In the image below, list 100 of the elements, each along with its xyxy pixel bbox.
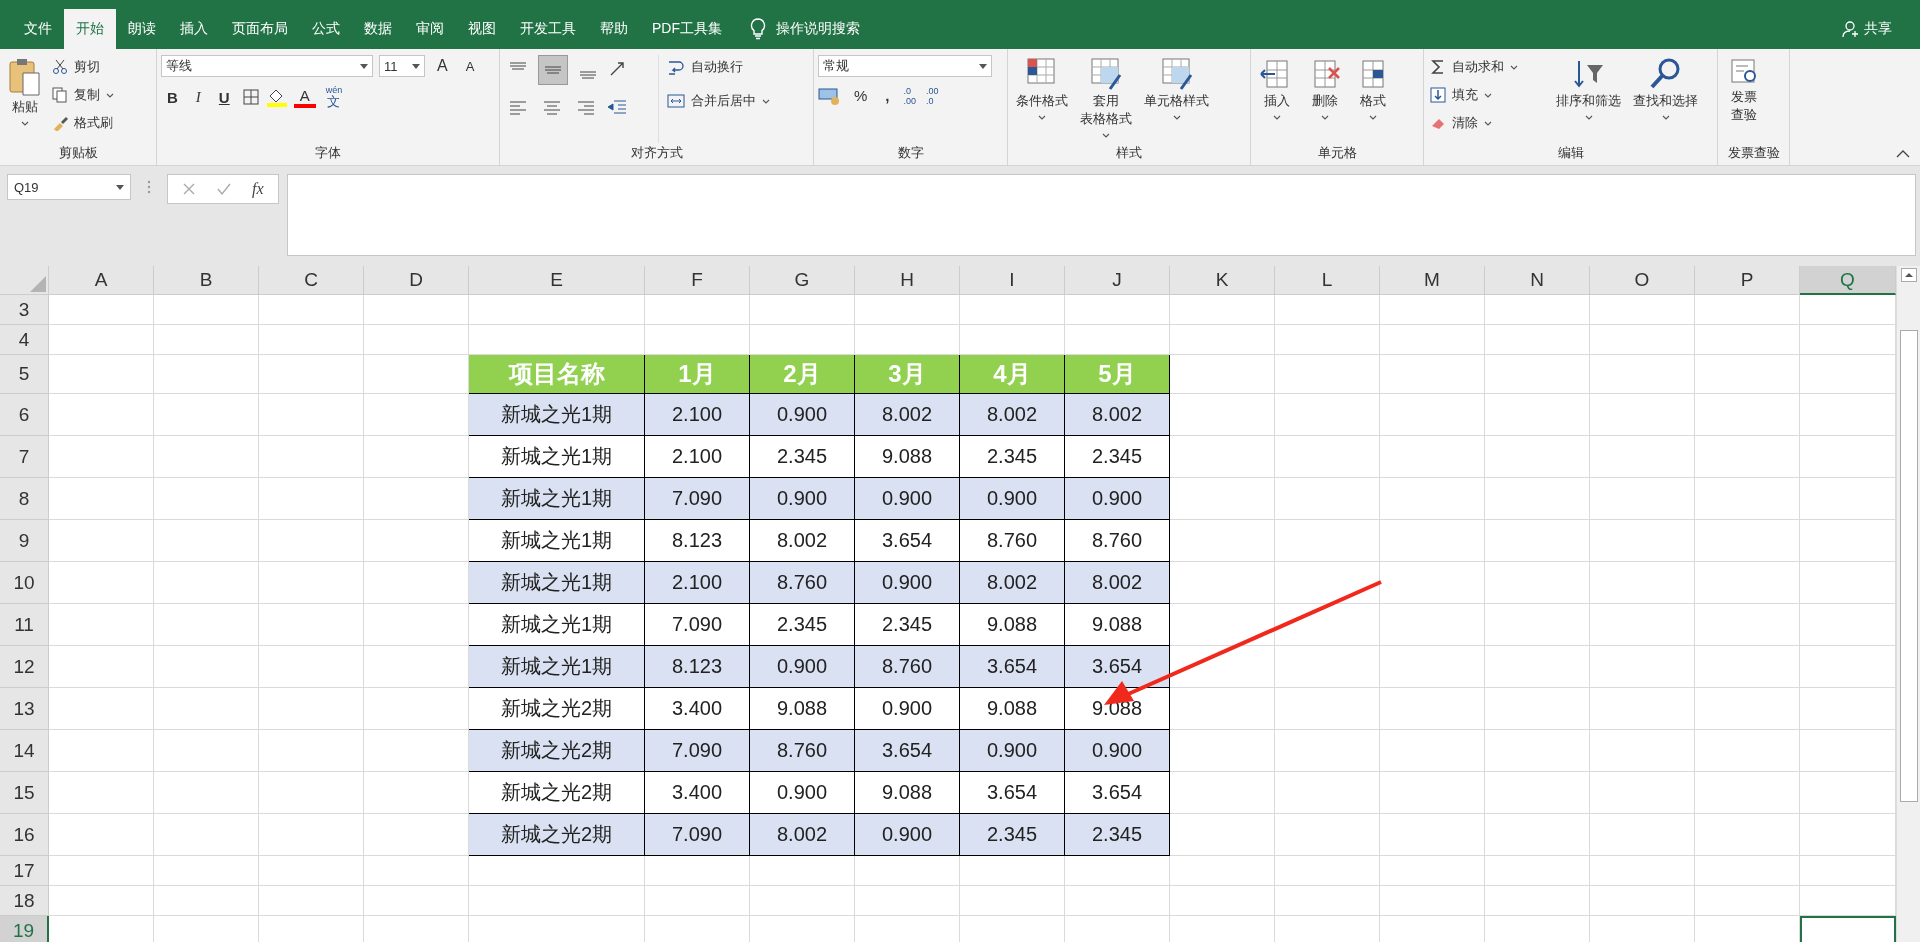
empty-cell[interactable]	[960, 856, 1065, 886]
empty-cell[interactable]	[750, 856, 855, 886]
column-header[interactable]: A	[49, 266, 154, 295]
collapse-ribbon-icon[interactable]	[1896, 149, 1910, 159]
row-header[interactable]: 13	[0, 688, 49, 730]
empty-cell[interactable]	[1275, 436, 1380, 478]
menu-tab[interactable]: PDF工具集	[640, 9, 734, 49]
empty-cell[interactable]	[1380, 562, 1485, 604]
empty-cell[interactable]	[469, 295, 645, 325]
editing-button[interactable]: 排序和筛选	[1552, 55, 1625, 143]
column-header[interactable]: E	[469, 266, 645, 295]
empty-cell[interactable]	[259, 772, 364, 814]
empty-cell[interactable]	[1275, 730, 1380, 772]
empty-cell[interactable]	[154, 478, 259, 520]
empty-cell[interactable]	[259, 520, 364, 562]
column-header[interactable]: H	[855, 266, 960, 295]
empty-cell[interactable]	[1275, 856, 1380, 886]
scroll-thumb[interactable]	[1899, 330, 1918, 802]
empty-cell[interactable]	[1380, 478, 1485, 520]
column-header[interactable]: B	[154, 266, 259, 295]
empty-cell[interactable]	[469, 856, 645, 886]
empty-cell[interactable]	[1275, 814, 1380, 856]
empty-cell[interactable]	[1485, 562, 1590, 604]
empty-cell[interactable]	[154, 814, 259, 856]
empty-cell[interactable]	[1380, 646, 1485, 688]
borders-icon[interactable]	[241, 88, 260, 106]
empty-cell[interactable]	[154, 604, 259, 646]
wrap-text-button[interactable]: 自动换行	[665, 55, 772, 79]
empty-cell[interactable]	[1590, 436, 1695, 478]
empty-cell[interactable]	[1380, 688, 1485, 730]
menu-tab[interactable]: 审阅	[404, 9, 456, 49]
empty-cell[interactable]	[1695, 325, 1800, 355]
currency-icon[interactable]	[818, 85, 842, 106]
empty-cell[interactable]	[1380, 520, 1485, 562]
empty-cell[interactable]	[364, 856, 469, 886]
empty-cell[interactable]	[1695, 394, 1800, 436]
row-header[interactable]: 10	[0, 562, 49, 604]
clipboard-button[interactable]: 格式刷	[50, 111, 116, 135]
empty-cell[interactable]	[154, 562, 259, 604]
empty-cell[interactable]	[1065, 295, 1170, 325]
merge-center-button[interactable]: 合并后居中	[665, 89, 772, 113]
tell-me-search[interactable]: 操作说明搜索	[776, 9, 860, 49]
empty-cell[interactable]	[259, 886, 364, 916]
grow-font-button[interactable]: A	[431, 55, 454, 77]
empty-cell[interactable]	[1380, 730, 1485, 772]
empty-cell[interactable]	[1275, 604, 1380, 646]
column-header[interactable]: F	[645, 266, 750, 295]
style-button[interactable]: 条件格式	[1012, 55, 1072, 143]
font-size-field[interactable]: 11	[379, 55, 425, 77]
empty-cell[interactable]	[154, 730, 259, 772]
cancel-icon[interactable]	[182, 182, 196, 196]
empty-cell[interactable]	[1590, 295, 1695, 325]
empty-cell[interactable]	[960, 295, 1065, 325]
empty-cell[interactable]	[1275, 478, 1380, 520]
editing-button[interactable]: 查找和选择	[1629, 55, 1702, 143]
empty-cell[interactable]	[1485, 325, 1590, 355]
empty-cell[interactable]	[1065, 886, 1170, 916]
empty-cell[interactable]	[154, 436, 259, 478]
empty-cell[interactable]	[259, 856, 364, 886]
empty-cell[interactable]	[1485, 856, 1590, 886]
empty-cell[interactable]	[259, 730, 364, 772]
empty-cell[interactable]	[1170, 295, 1275, 325]
empty-cell[interactable]	[855, 295, 960, 325]
menu-tab[interactable]: 视图	[456, 9, 508, 49]
font-name-field[interactable]: 等线	[161, 55, 373, 77]
empty-cell[interactable]	[1380, 604, 1485, 646]
empty-cell[interactable]	[1380, 355, 1485, 394]
underline-button[interactable]: U	[212, 86, 236, 108]
empty-cell[interactable]	[960, 886, 1065, 916]
empty-cell[interactable]	[1485, 886, 1590, 916]
empty-cell[interactable]	[750, 295, 855, 325]
empty-cell[interactable]	[154, 688, 259, 730]
empty-cell[interactable]	[1485, 604, 1590, 646]
empty-cell[interactable]	[1275, 394, 1380, 436]
empty-cell[interactable]	[1590, 856, 1695, 886]
empty-cell[interactable]	[1485, 295, 1590, 325]
menu-tab[interactable]: 数据	[352, 9, 404, 49]
empty-cell[interactable]	[1380, 814, 1485, 856]
empty-cell[interactable]	[645, 856, 750, 886]
phonetic-button[interactable]: wén 文	[321, 85, 347, 109]
empty-cell[interactable]	[1695, 886, 1800, 916]
empty-cell[interactable]	[259, 688, 364, 730]
empty-cell[interactable]	[1590, 688, 1695, 730]
row-header[interactable]: 4	[0, 325, 49, 355]
empty-cell[interactable]	[1275, 325, 1380, 355]
menu-tab[interactable]: 公式	[300, 9, 352, 49]
shrink-font-button[interactable]: A	[459, 56, 481, 76]
bold-button[interactable]: B	[161, 86, 184, 108]
row-header[interactable]: 9	[0, 520, 49, 562]
empty-cell[interactable]	[1275, 562, 1380, 604]
row-header[interactable]: 11	[0, 604, 49, 646]
empty-cell[interactable]	[259, 604, 364, 646]
editing-button[interactable]: 自动求和	[1428, 55, 1548, 79]
empty-cell[interactable]	[1590, 355, 1695, 394]
number-format-field[interactable]: 常规	[818, 55, 992, 77]
drag-handle-icon[interactable]	[147, 180, 151, 194]
row-header[interactable]: 7	[0, 436, 49, 478]
empty-cell[interactable]	[1695, 646, 1800, 688]
formula-input[interactable]	[286, 174, 1916, 256]
column-header[interactable]: M	[1380, 266, 1485, 295]
